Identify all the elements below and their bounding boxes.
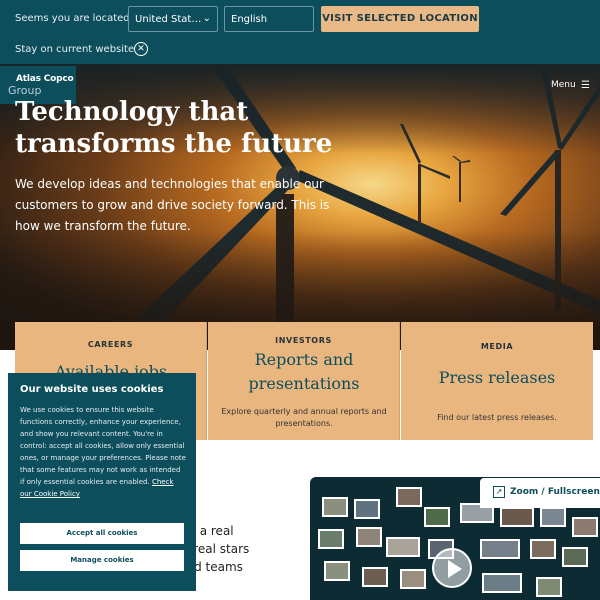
card-title: Reports and presentations	[248, 350, 360, 393]
play-icon	[448, 560, 462, 578]
hero-description: We develop ideas and technologies that e…	[15, 177, 330, 233]
cookie-text: We use cookies to ensure this website fu…	[20, 406, 186, 498]
logo-text: Atlas Copco	[16, 74, 74, 84]
chevron-down-icon: ⌄	[202, 13, 211, 24]
location-bar: Seems you are located in: United Stat… ⌄…	[0, 0, 600, 64]
menu-button[interactable]: Menu	[551, 80, 576, 90]
zoom-fullscreen-icon: ↗	[493, 486, 505, 498]
card-description: Find our latest press releases.	[437, 413, 557, 422]
location-label: Seems you are located in:	[15, 13, 146, 24]
card-investors[interactable]: INVESTORS Reports and presentations Expl…	[208, 322, 400, 440]
hamburger-icon[interactable]: ☰	[581, 80, 590, 91]
hero-title: Technology that transforms the future	[15, 97, 333, 159]
country-select[interactable]: United Stat… ⌄	[128, 6, 218, 32]
card-media[interactable]: MEDIA Press releases Find our latest pre…	[401, 322, 593, 440]
card-title: Press releases	[438, 368, 556, 387]
zoom-label: Zoom / Fullscreen	[510, 487, 600, 497]
cookie-dialog: Our website uses cookies We use cookies …	[8, 373, 196, 591]
language-select[interactable]: English	[224, 6, 314, 32]
card-kicker: CAREERS	[87, 340, 134, 349]
accept-all-cookies-button[interactable]: Accept all cookies	[20, 523, 184, 544]
manage-cookies-button[interactable]: Manage cookies	[20, 550, 184, 571]
stay-link[interactable]: Stay on current website	[15, 44, 134, 55]
zoom-fullscreen-button[interactable]: ↗ Zoom / Fullscreen	[480, 478, 600, 508]
close-circle-icon[interactable]: ✕	[134, 42, 148, 56]
play-button[interactable]	[432, 548, 472, 588]
card-kicker: MEDIA	[480, 342, 514, 351]
card-description: Explore quarterly and annual reports and…	[221, 407, 387, 428]
country-value: United Stat…	[135, 14, 202, 25]
language-value: English	[231, 14, 268, 25]
visit-location-button[interactable]: VISIT SELECTED LOCATION	[321, 6, 479, 32]
cookie-title: Our website uses cookies	[20, 384, 164, 395]
card-kicker: INVESTORS	[275, 336, 332, 345]
